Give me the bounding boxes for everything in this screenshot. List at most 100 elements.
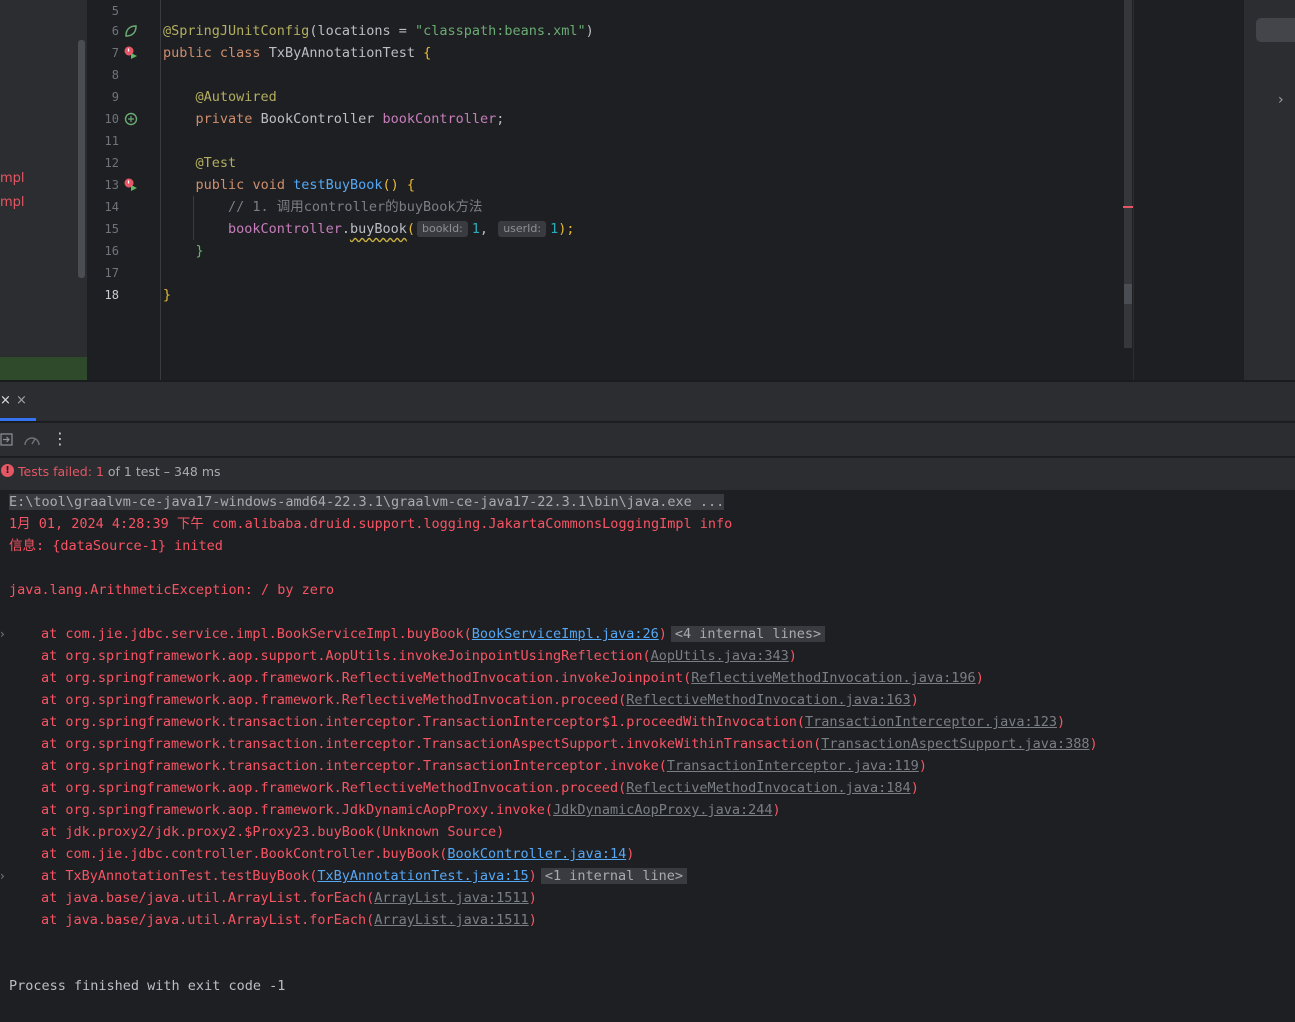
line-number: 11 (104, 134, 119, 148)
test-summary: of 1 test – 348 ms (107, 464, 221, 479)
trace-text: ) (975, 670, 984, 686)
brace: { (406, 177, 416, 193)
source-link[interactable]: BookController.java:14 (447, 846, 626, 862)
stack-trace-line: at org.springframework.transaction.inter… (41, 733, 1098, 755)
trace-text: at com.jie.jdbc.controller.BookControlle… (41, 846, 448, 862)
line-number: 5 (111, 4, 119, 18)
failed-count: 1 (95, 464, 104, 479)
annotation: @SpringJUnitConfig (163, 23, 310, 39)
keyword: void (252, 177, 285, 193)
trace-text: at org.springframework.transaction.inter… (41, 758, 667, 774)
source-link[interactable]: TransactionAspectSupport.java:388 (821, 736, 1089, 752)
console-log-line: 信息: {dataSource-1} inited (9, 538, 223, 554)
internal-lines-fold[interactable]: <1 internal line> (540, 868, 687, 884)
project-tree-item[interactable]: mpl (0, 171, 25, 186)
scrollbar-thumb[interactable] (1124, 284, 1132, 304)
keyword: public (195, 177, 245, 193)
run-test-failed-icon[interactable] (124, 178, 138, 192)
line-number: 14 (104, 200, 119, 214)
test-status-text: Tests failed: 1 of 1 test – 348 ms (18, 464, 221, 479)
import-tests-icon[interactable] (0, 433, 13, 446)
exception-message: java.lang.ArithmeticException: / by zero (9, 582, 335, 598)
source-link[interactable]: TxByAnnotationTest.java:15 (317, 868, 528, 884)
autowired-bean-icon[interactable] (124, 112, 138, 126)
project-tree-item[interactable]: mpl (0, 195, 25, 210)
test-history-icon[interactable] (23, 433, 41, 447)
code-text: , (479, 221, 489, 237)
source-link[interactable]: ReflectiveMethodInvocation.java:184 (626, 780, 910, 796)
trace-text: at com.jie.jdbc.service.impl.BookService… (41, 626, 472, 642)
trace-text: at TxByAnnotationTest.testBuyBook( (41, 868, 318, 884)
line-number: 15 (104, 222, 119, 236)
trace-text: ) (918, 758, 927, 774)
active-tab-indicator (0, 418, 36, 421)
source-link[interactable]: JdkDynamicAopProxy.java:244 (553, 802, 772, 818)
line-number: 16 (104, 244, 119, 258)
run-test-failed-icon[interactable] (124, 46, 138, 60)
source-link[interactable]: ArrayList.java:1511 (374, 912, 528, 928)
console-command-line[interactable]: E:\tool\graalvm-ce-java17-windows-amd64-… (9, 491, 725, 513)
more-options-icon[interactable]: ⋮ (52, 429, 68, 448)
spring-leaf-icon[interactable] (124, 24, 138, 38)
source-link[interactable]: TransactionInterceptor.java:123 (805, 714, 1057, 730)
paren: ( (406, 221, 416, 237)
right-panel-button[interactable] (1256, 18, 1295, 42)
code-line-7: public class TxByAnnotationTest { (163, 42, 431, 64)
code-text: ; (496, 111, 505, 127)
stack-trace-line: at java.base/java.util.ArrayList.forEach… (41, 887, 537, 909)
line-number: 6 (111, 24, 119, 38)
trace-text: ) (528, 868, 537, 884)
error-stripe-marker[interactable] (1123, 206, 1133, 208)
stack-trace-line: at org.springframework.aop.framework.Ref… (41, 667, 984, 689)
line-number: 10 (104, 112, 119, 126)
close-tab-icon[interactable]: × (16, 393, 27, 408)
method-call: buyBook (349, 221, 407, 237)
code-line-6: @SpringJUnitConfig(locations = "classpat… (163, 20, 594, 42)
keyword: public (163, 45, 212, 61)
parameter-hint: bookId: (417, 221, 468, 237)
console-output[interactable]: E:\tool\graalvm-ce-java17-windows-amd64-… (0, 490, 1295, 1022)
code-line-18: } (163, 284, 171, 306)
trace-text: ) (788, 648, 797, 664)
tests-failed-label: Tests failed: (18, 464, 92, 479)
source-link[interactable]: ReflectiveMethodInvocation.java:163 (626, 692, 910, 708)
tab-run-close-icon[interactable]: × (0, 393, 11, 408)
annotation: @Test (195, 155, 237, 171)
code-line-12: @Test (163, 152, 237, 174)
trace-text: ) (1056, 714, 1066, 730)
source-link[interactable]: TransactionInterceptor.java:119 (667, 758, 919, 774)
run-tab-bar: × × (0, 382, 1295, 422)
line-number: 17 (104, 266, 119, 280)
trace-text: at jdk.proxy2/jdk.proxy2.$Proxy23.buyBoo… (41, 824, 505, 840)
process-exit-message: Process finished with exit code -1 (9, 978, 286, 994)
stack-trace-line: at com.jie.jdbc.controller.BookControlle… (41, 843, 634, 865)
keyword: private (195, 111, 253, 127)
code-editor[interactable]: @SpringJUnitConfig(locations = "classpat… (161, 0, 1123, 380)
internal-lines-fold[interactable]: <4 internal lines> (670, 626, 826, 642)
source-link[interactable]: BookServiceImpl.java:26 (472, 626, 659, 642)
expand-chevron-icon[interactable]: › (0, 869, 5, 883)
parens: () (382, 177, 399, 193)
stack-trace-line: at com.jie.jdbc.service.impl.BookService… (41, 623, 826, 645)
expand-chevron-icon[interactable]: › (0, 627, 5, 641)
stack-trace-line: at org.springframework.aop.support.AopUt… (41, 645, 797, 667)
error-icon: ! (1, 464, 14, 477)
class-name: TxByAnnotationTest (268, 45, 416, 61)
source-link[interactable]: ArrayList.java:1511 (374, 890, 528, 906)
chevron-right-icon[interactable]: › (1278, 92, 1284, 108)
stack-trace-line: at org.springframework.aop.framework.Ref… (41, 689, 919, 711)
trace-text: ) (1089, 736, 1098, 752)
line-number: 9 (111, 90, 119, 104)
code-line-15: bookController.buyBook(bookId: 1, userId:… (163, 218, 575, 240)
line-number: 8 (111, 68, 119, 82)
trace-text: at java.base/java.util.ArrayList.forEach… (41, 890, 375, 906)
project-panel-scrollbar[interactable] (78, 40, 85, 278)
brace: } (163, 287, 172, 303)
trace-text: ) (772, 802, 781, 818)
source-link[interactable]: AopUtils.java:343 (651, 648, 789, 664)
line-number: 13 (104, 178, 119, 192)
source-link[interactable]: ReflectiveMethodInvocation.java:196 (691, 670, 975, 686)
code-line-9: @Autowired (163, 86, 277, 108)
type-name: BookController (260, 111, 375, 127)
command-text[interactable]: E:\tool\graalvm-ce-java17-windows-amd64-… (9, 494, 725, 510)
